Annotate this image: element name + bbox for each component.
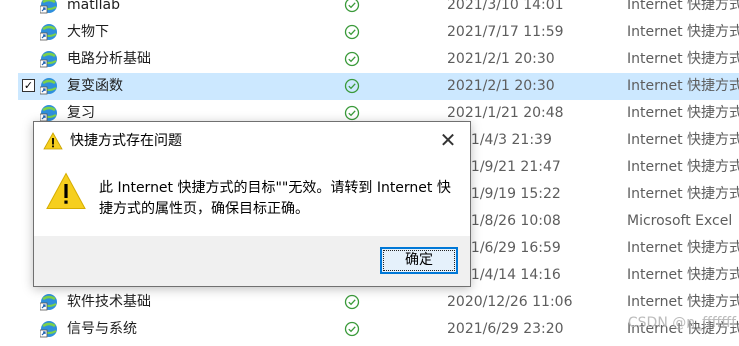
file-type: Internet 快捷方式 — [627, 267, 739, 283]
file-date: 2021/3/10 14:01 — [447, 0, 564, 13]
file-name: matllab — [67, 0, 120, 13]
sync-complete-icon — [344, 51, 360, 67]
file-date: 2021/2/1 20:30 — [447, 78, 555, 94]
file-type: Internet 快捷方式 — [627, 159, 739, 175]
internet-shortcut-icon — [39, 50, 58, 68]
file-type: Internet 快捷方式 — [627, 0, 739, 13]
file-type: Internet 快捷方式 — [627, 240, 739, 256]
file-type: Internet 快捷方式 — [627, 78, 739, 94]
file-type: Internet 快捷方式 — [627, 51, 739, 67]
file-date: 21/9/19 15:22 — [462, 186, 561, 202]
internet-shortcut-icon — [39, 23, 58, 41]
shortcut-error-dialog: 快捷方式存在问题 ✕ 此 Internet 快捷方式的目标""无效。请转到 In… — [33, 121, 471, 287]
file-type: Internet 快捷方式 — [627, 294, 739, 310]
file-date: 21/9/21 21:47 — [462, 159, 561, 175]
file-date: 2021/7/17 11:59 — [447, 24, 564, 40]
file-type: Internet 快捷方式 — [627, 186, 739, 202]
internet-shortcut-icon — [39, 320, 58, 338]
file-date: 21/4/14 14:16 — [462, 267, 561, 283]
sync-complete-icon — [344, 78, 360, 94]
file-type: Microsoft Excel — [627, 213, 733, 229]
file-date: 21/4/3 21:39 — [462, 132, 552, 148]
list-item-selected[interactable]: ✓ 复变函数 2021/2/1 20:30 Internet 快捷方式 — [18, 73, 739, 100]
file-date: 2021/6/29 23:20 — [447, 321, 564, 337]
watermark: CSDN @n_fffffff — [627, 315, 736, 331]
file-name: 电路分析基础 — [67, 51, 151, 67]
internet-shortcut-icon — [39, 77, 58, 95]
file-date: 2020/12/26 11:06 — [447, 294, 573, 310]
close-button[interactable]: ✕ — [430, 124, 466, 156]
file-name: 大物下 — [67, 24, 109, 40]
dialog-message: 此 Internet 快捷方式的目标""无效。请转到 Internet 快捷方式… — [99, 180, 451, 217]
list-item[interactable]: 电路分析基础 2021/2/1 20:30 Internet 快捷方式 — [18, 46, 739, 73]
select-checkbox[interactable]: ✓ — [22, 79, 35, 92]
file-name: 复变函数 — [67, 78, 123, 94]
file-type: Internet 快捷方式 — [627, 105, 739, 121]
list-item[interactable]: matllab 2021/3/10 14:01 Internet 快捷方式 — [18, 0, 739, 19]
file-date: 21/8/26 10:08 — [462, 213, 561, 229]
sync-complete-icon — [344, 294, 360, 310]
file-name: 软件技术基础 — [67, 294, 151, 310]
internet-shortcut-icon — [39, 0, 58, 14]
warning-triangle-icon — [43, 132, 63, 150]
dialog-title: 快捷方式存在问题 — [70, 133, 182, 149]
ok-button[interactable]: 确定 — [380, 247, 458, 274]
file-date: 2021/2/1 20:30 — [447, 51, 555, 67]
list-item[interactable]: 大物下 2021/7/17 11:59 Internet 快捷方式 — [18, 19, 739, 46]
dialog-footer: 确定 — [34, 236, 470, 286]
internet-shortcut-icon — [39, 104, 58, 122]
list-item[interactable]: 软件技术基础 2020/12/26 11:06 Internet 快捷方式 — [18, 289, 739, 316]
internet-shortcut-icon — [39, 293, 58, 311]
sync-complete-icon — [344, 0, 360, 13]
warning-triangle-icon — [46, 172, 86, 210]
dialog-titlebar[interactable]: 快捷方式存在问题 ✕ — [34, 122, 470, 160]
file-name: 信号与系统 — [67, 321, 137, 337]
file-type: Internet 快捷方式 — [627, 24, 739, 40]
ok-button-label: 确定 — [405, 252, 433, 268]
sync-complete-icon — [344, 24, 360, 40]
file-date: 21/6/29 16:59 — [462, 240, 561, 256]
sync-complete-icon — [344, 321, 360, 337]
file-type: Internet 快捷方式 — [627, 132, 739, 148]
sync-complete-icon — [344, 105, 360, 121]
